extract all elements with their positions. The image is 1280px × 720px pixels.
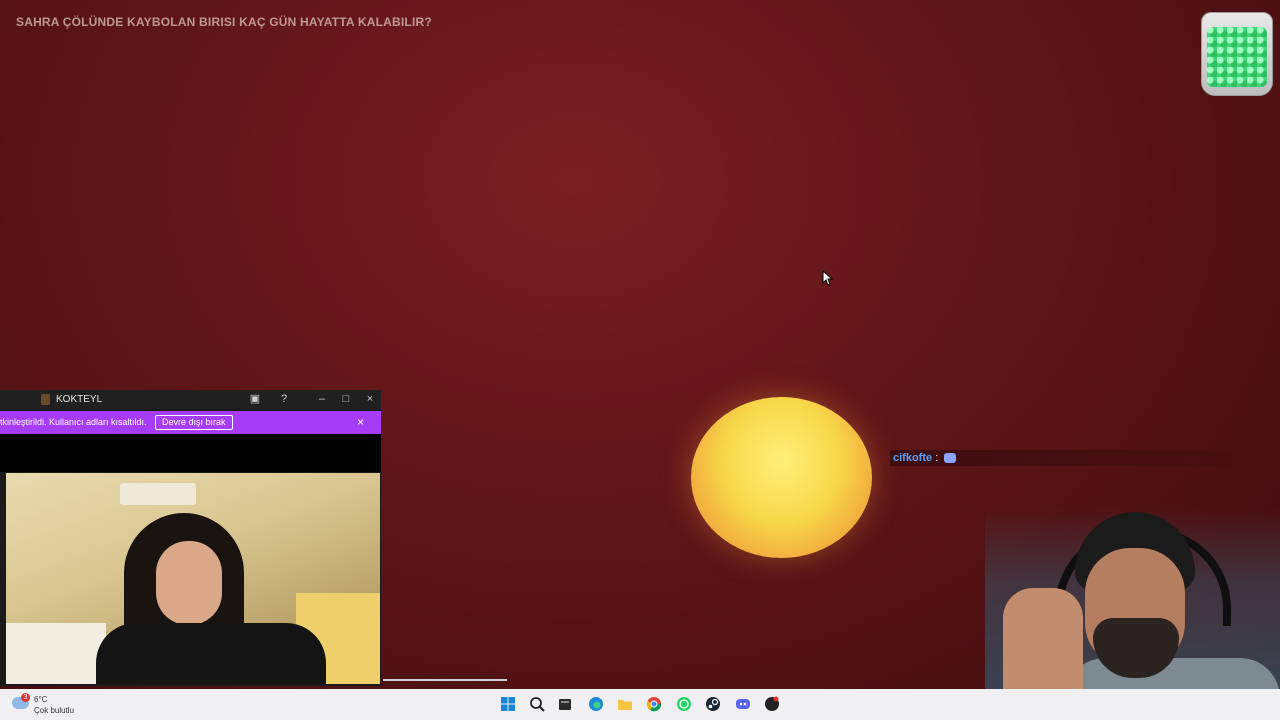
- notification-badge: 3: [21, 693, 30, 702]
- notification-banner: tkinleştirildi. Kullanıcı adları kısaltı…: [0, 411, 381, 434]
- chat-separator: :: [935, 452, 939, 464]
- kokteyl-app-icon: [41, 394, 50, 405]
- inbox-icon[interactable]: ▣: [245, 390, 265, 409]
- close-button[interactable]: ×: [360, 390, 380, 409]
- banner-message: tkinleştirildi. Kullanıcı adları kısaltı…: [0, 417, 147, 427]
- file-explorer-dark-icon[interactable]: [557, 696, 573, 712]
- mouse-cursor-icon: [822, 270, 834, 286]
- maximize-button[interactable]: □: [336, 390, 356, 409]
- minimize-button[interactable]: –: [312, 390, 332, 409]
- window-title: KOKTEYL: [56, 394, 103, 405]
- folder-icon[interactable]: [617, 696, 633, 712]
- weather-temp: 6°C: [34, 695, 48, 704]
- kokteyl-window: KOKTEYL ▣ ? – □ × tkinleştirildi. Kullan…: [0, 390, 381, 686]
- beads: [1207, 27, 1267, 87]
- disable-button[interactable]: Devre dışı bırak: [155, 415, 233, 430]
- video-header-area: [0, 434, 381, 472]
- app-icon[interactable]: [764, 696, 780, 712]
- weather-widget[interactable]: 3 6°C Çok bulutlu: [12, 693, 92, 717]
- weather-desc: Çok bulutlu: [34, 706, 75, 715]
- search-icon[interactable]: [529, 696, 545, 712]
- windows-start-icon[interactable]: [500, 696, 516, 712]
- chrome-icon[interactable]: [646, 696, 662, 712]
- sun-image: [691, 397, 872, 558]
- edge-icon[interactable]: [588, 696, 604, 712]
- chat-username: cifkofte: [893, 452, 933, 464]
- whatsapp-icon[interactable]: [676, 696, 692, 712]
- banner-close-icon[interactable]: ×: [357, 411, 364, 434]
- steam-icon[interactable]: [705, 696, 721, 712]
- bead-jar-widget: [1201, 12, 1273, 96]
- taskbar: 3 6°C Çok bulutlu: [0, 689, 1280, 720]
- emote-icon: [944, 453, 957, 464]
- question-title: SAHRA ÇÖLÜNDE KAYBOLAN BIRISI KAÇ GÜN HA…: [16, 15, 432, 29]
- discord-icon[interactable]: [735, 696, 751, 712]
- help-icon[interactable]: ?: [274, 390, 294, 409]
- chat-message: cifkofte :: [890, 450, 1280, 466]
- guest-webcam-feed: [6, 473, 380, 684]
- window-titlebar[interactable]: KOKTEYL ▣ ? – □ ×: [0, 390, 381, 409]
- scrollbar[interactable]: [383, 679, 507, 681]
